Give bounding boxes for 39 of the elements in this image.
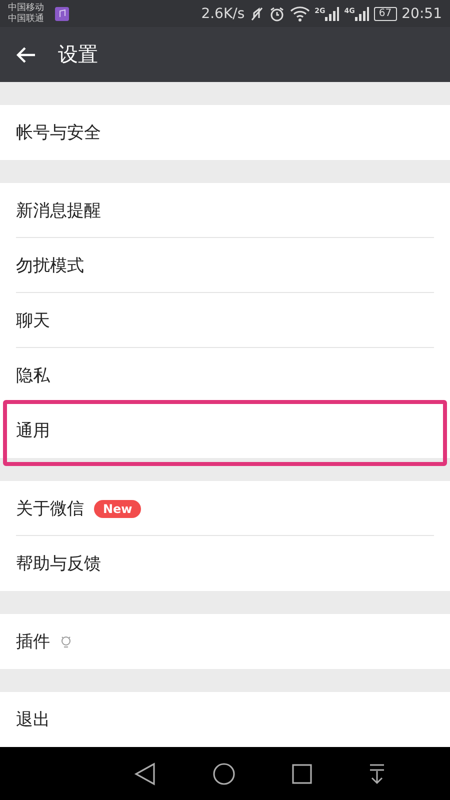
alarm-icon <box>268 6 285 22</box>
wifi-icon <box>290 6 310 22</box>
settings-item[interactable]: 通用 <box>0 403 450 458</box>
settings-item[interactable]: 聊天 <box>0 293 450 348</box>
mute-icon <box>250 6 264 22</box>
signal-icon <box>354 6 369 20</box>
recent-apps-icon[interactable] <box>292 764 312 784</box>
settings-item[interactable]: 帐号与安全 <box>0 105 450 160</box>
clock: 20:51 <box>402 6 442 22</box>
back-arrow-icon[interactable] <box>16 46 36 64</box>
settings-item[interactable]: 退出 <box>0 692 450 747</box>
item-label: 新消息提醒 <box>16 200 101 222</box>
settings-item[interactable]: 帮助与反馈 <box>0 536 450 591</box>
settings-item[interactable]: 新消息提醒 <box>0 183 450 238</box>
item-label: 帮助与反馈 <box>16 553 101 575</box>
network-speed: 2.6K/s <box>201 6 245 22</box>
settings-item[interactable]: 勿扰模式 <box>0 238 450 293</box>
carrier-name: 中国移动 <box>8 2 44 14</box>
item-label: 关于微信 <box>16 498 84 520</box>
signal-icon <box>325 6 340 20</box>
item-label: 隐私 <box>16 365 50 387</box>
settings-item[interactable]: 插件 <box>0 614 450 669</box>
pull-down-icon[interactable] <box>368 762 386 784</box>
settings-item[interactable]: 隐私 <box>0 348 450 403</box>
lightbulb-icon <box>60 634 72 648</box>
new-badge: New <box>94 500 142 518</box>
item-label: 勿扰模式 <box>16 255 84 277</box>
item-label: 通用 <box>16 420 50 442</box>
settings-item[interactable]: 关于微信 New <box>0 481 450 536</box>
battery-level: 67 <box>374 6 397 20</box>
notification-icon <box>55 6 69 20</box>
item-label: 帐号与安全 <box>16 122 101 144</box>
item-label: 退出 <box>16 709 50 731</box>
item-label: 聊天 <box>16 310 50 332</box>
carrier-name: 中国联通 <box>8 14 44 24</box>
back-icon[interactable] <box>134 762 156 786</box>
page-title: 设置 <box>58 41 98 68</box>
item-label: 插件 <box>16 631 50 653</box>
home-icon[interactable] <box>212 762 236 786</box>
